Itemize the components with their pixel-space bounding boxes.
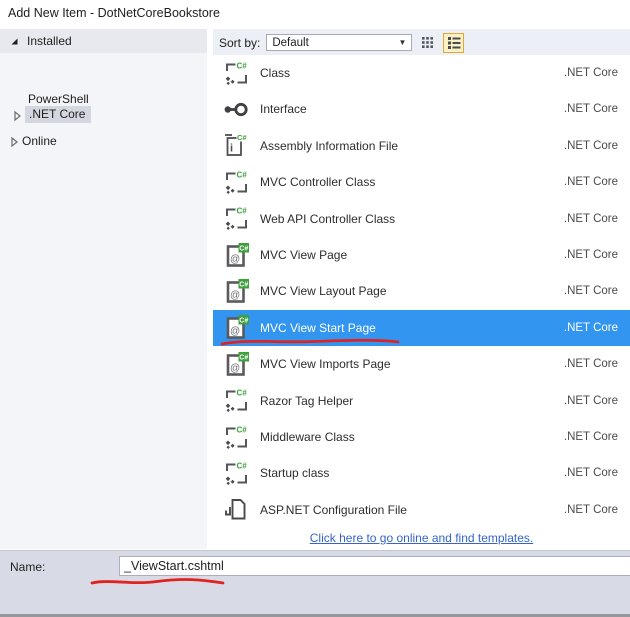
svg-text:C#: C# — [239, 318, 248, 325]
svg-text:C#: C# — [239, 354, 248, 361]
template-list-item[interactable]: @ C# MVC View Page .NET Core — [213, 237, 630, 273]
template-list-item[interactable]: C# Startup class .NET Core — [213, 455, 630, 491]
svg-text:C#: C# — [237, 170, 248, 179]
sidebar-item-online[interactable]: Online — [9, 132, 57, 149]
sort-by-dropdown[interactable]: Default ▼ — [266, 34, 413, 51]
class-icon: C# — [223, 169, 250, 196]
template-name: Interface — [260, 102, 307, 117]
template-list-item[interactable]: @ C# MVC View Layout Page .NET Core — [213, 273, 630, 309]
template-name: ASP.NET Configuration File — [260, 502, 407, 517]
list-view-button[interactable] — [443, 32, 465, 53]
template-name: Class — [260, 66, 291, 80]
template-name: MVC Controller Class — [260, 175, 376, 190]
svg-text:C#: C# — [237, 425, 248, 434]
name-label: Name: — [10, 560, 46, 574]
svg-text:@: @ — [230, 254, 240, 265]
online-link-row: Click here to go online and find templat… — [213, 529, 630, 547]
template-platform: .NET Core — [563, 431, 618, 443]
sidebar-item-label: Online — [22, 133, 57, 148]
svg-text:@: @ — [230, 363, 240, 374]
template-list-item[interactable]: C# Class .NET Core — [213, 55, 630, 91]
template-platform: .NET Core — [563, 285, 618, 298]
svg-text:C#: C# — [237, 388, 248, 397]
template-name: MVC View Page — [260, 248, 348, 262]
sidebar-item-installed[interactable]: Installed — [0, 29, 207, 53]
class-icon: C# — [223, 460, 250, 487]
config-file-icon — [223, 496, 250, 523]
template-list-item[interactable]: @ C# MVC View Start Page .NET Core — [213, 309, 630, 346]
sort-bar: Sort by: Default ▼ — [213, 29, 630, 56]
template-platform: .NET Core — [563, 103, 618, 116]
svg-text:i: i — [230, 143, 233, 155]
template-name: MVC View Imports Page — [260, 357, 391, 372]
template-list-item[interactable]: C# MVC Controller Class .NET Core — [213, 164, 630, 200]
template-platform: .NET Core — [563, 176, 618, 189]
template-platform: .NET Core — [563, 212, 618, 225]
class-icon: C# — [223, 387, 250, 414]
template-name: Razor Tag Helper — [260, 393, 354, 408]
template-list-item[interactable]: C# Web API Controller Class .NET Core — [213, 201, 630, 237]
template-platform: .NET Core — [563, 139, 618, 152]
svg-text:@: @ — [230, 326, 240, 337]
class-icon: C# — [223, 205, 250, 232]
template-name: Startup class — [260, 466, 330, 481]
template-platform: .NET Core — [563, 394, 618, 407]
svg-text:C#: C# — [239, 281, 248, 288]
template-platform: .NET Core — [563, 67, 618, 79]
list-view-icon — [447, 37, 461, 49]
template-list-item[interactable]: ASP.NET Configuration File .NET Core — [213, 492, 630, 528]
sidebar-item-powershell[interactable]: PowerShell — [28, 90, 89, 107]
view-page-icon: @ C# — [223, 242, 250, 269]
sidebar-item-dotnet-core[interactable]: .NET Core — [12, 106, 92, 123]
interface-icon — [223, 96, 250, 123]
small-icons-grid-icon — [422, 37, 434, 48]
sidebar-item-label: .NET Core — [25, 106, 92, 123]
chevron-right-icon — [12, 110, 22, 121]
svg-text:C#: C# — [237, 206, 248, 215]
template-list: Click here to go online and find templat… — [213, 55, 630, 549]
template-platform: .NET Core — [563, 467, 618, 480]
template-list-item[interactable]: C# Razor Tag Helper .NET Core — [213, 383, 630, 419]
view-page-icon: @ C# — [223, 314, 250, 341]
view-page-icon: @ C# — [223, 351, 250, 378]
class-icon: C# — [223, 424, 250, 451]
sort-by-value: Default — [272, 36, 309, 49]
template-name: Web API Controller Class — [260, 211, 396, 226]
small-icons-view-button[interactable] — [417, 33, 438, 53]
template-platform: .NET Core — [563, 358, 618, 371]
template-platform: .NET Core — [563, 321, 618, 334]
assembly-info-icon: i C# — [223, 132, 250, 159]
dialog-title: Add New Item - DotNetCoreBookstore — [8, 6, 220, 20]
template-platform: .NET Core — [563, 503, 618, 516]
categories-pane: Installed PowerShell .NET Core Online — [0, 29, 207, 549]
svg-text:@: @ — [230, 290, 240, 301]
template-list-item[interactable]: i C# Assembly Information File .NET Core — [213, 128, 630, 164]
template-platform: .NET Core — [563, 249, 618, 261]
class-icon: C# — [223, 60, 250, 87]
view-page-icon: @ C# — [223, 278, 250, 305]
svg-text:C#: C# — [239, 245, 248, 252]
sidebar-item-label: PowerShell — [28, 91, 89, 106]
svg-text:C#: C# — [237, 133, 247, 142]
template-list-item[interactable]: @ C# MVC View Imports Page .NET Core — [213, 346, 630, 382]
chevron-down-icon: ▼ — [398, 38, 407, 47]
chevron-right-icon — [9, 136, 19, 147]
sort-by-label: Sort by: — [219, 35, 261, 50]
template-name: Assembly Information File — [260, 138, 399, 153]
template-name: MVC View Layout Page — [260, 284, 387, 299]
svg-text:C#: C# — [237, 461, 248, 470]
expanded-triangle-icon — [11, 38, 18, 45]
template-list-item[interactable]: Interface .NET Core — [213, 91, 630, 127]
template-list-item[interactable]: C# Middleware Class .NET Core — [213, 419, 630, 455]
sidebar-header-label: Installed — [27, 34, 72, 48]
svg-text:C#: C# — [237, 61, 248, 70]
template-name: Middleware Class — [260, 430, 355, 444]
template-name: MVC View Start Page — [260, 320, 376, 335]
name-panel: Name: — [0, 550, 630, 617]
online-templates-link[interactable]: Click here to go online and find templat… — [310, 531, 533, 545]
name-input[interactable] — [119, 556, 630, 576]
